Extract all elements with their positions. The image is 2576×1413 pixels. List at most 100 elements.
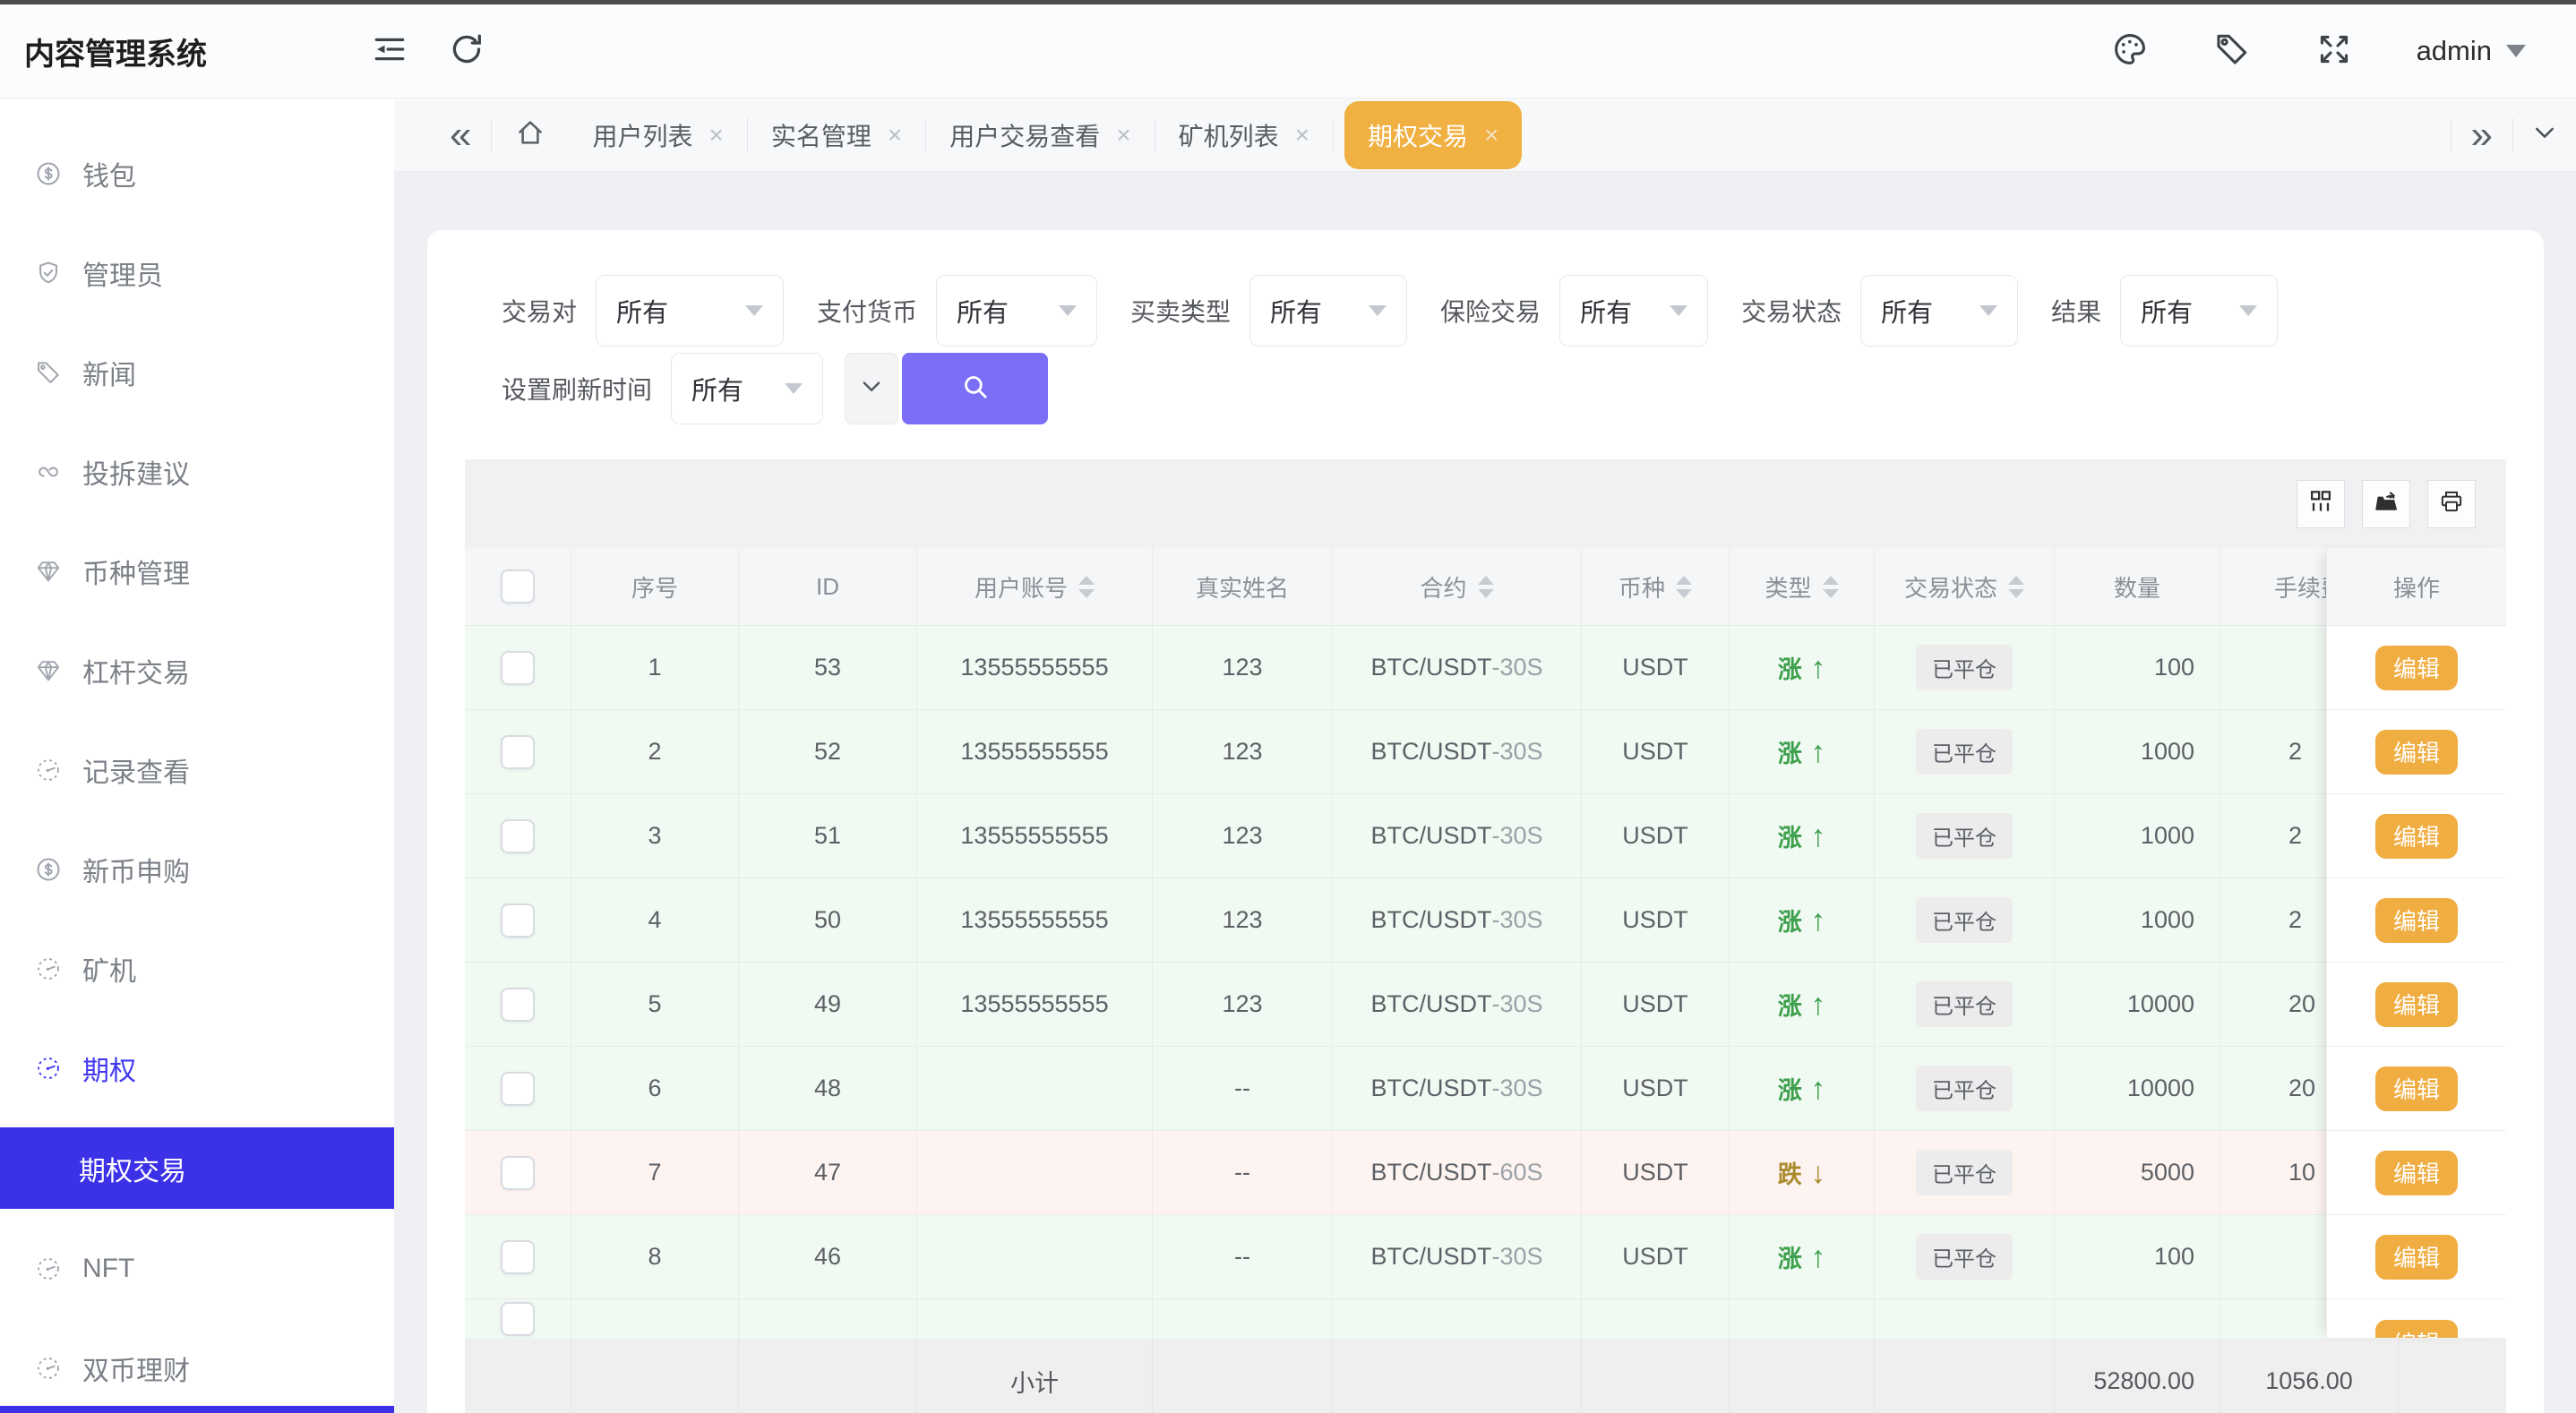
tab-item[interactable]: 实名管理 × [748,98,925,172]
edit-button[interactable]: 编辑 [2375,897,2458,943]
sidebar-item-leverage-trade[interactable]: 杠杆交易 [0,621,394,720]
summary-fee: 1056.00 [2220,1339,2399,1413]
select-value: 所有 [1580,299,1633,328]
row-checkbox[interactable] [501,818,535,853]
edit-button[interactable]: 编辑 [2375,1234,2458,1280]
export-button[interactable] [2362,479,2410,528]
column-header-7[interactable]: 类型 [1730,548,1875,625]
direction-text: 涨 [1777,1245,1802,1272]
column-header-8[interactable]: 交易状态 [1875,548,2055,625]
sidebar-item-news[interactable]: 新闻 [0,322,394,422]
tab-options-button[interactable] [2513,98,2576,172]
close-tab-icon[interactable]: × [888,121,902,150]
row-checkbox[interactable] [501,1155,535,1190]
edit-button[interactable]: 编辑 [2375,981,2458,1027]
column-header-6[interactable]: 币种 [1582,548,1730,625]
trade-status-select[interactable]: 所有 [1860,275,2019,347]
insurance-select[interactable]: 所有 [1559,275,1709,347]
row-checkbox[interactable] [501,903,535,938]
sidebar-item-wallet[interactable]: 钱包 [0,124,394,223]
trading-pair-select[interactable]: 所有 [596,275,785,347]
refresh-button[interactable] [442,26,492,76]
pay-currency-select[interactable]: 所有 [936,275,1098,347]
column-header-5[interactable]: 合约 [1333,548,1582,625]
edit-button[interactable]: 编辑 [2375,1320,2458,1338]
sort-icon[interactable] [1676,575,1692,598]
sort-icon[interactable] [1822,575,1839,598]
coin-cell: USDT [1582,794,1730,878]
sidebar-item-options-trade[interactable]: 期权交易 [0,1127,394,1209]
sort-asc-icon [2008,575,2024,585]
tabs-scroll-right-button[interactable]: » [2451,98,2512,172]
close-tab-icon[interactable]: × [1484,121,1498,150]
column-header-1: 序号 [571,548,739,625]
column-header-label: 数量 [2113,574,2160,602]
sidebar-item-options[interactable]: 期权 [0,1018,394,1118]
expand-filters-button[interactable] [845,353,899,424]
collapse-menu-button[interactable] [365,26,415,76]
sidebar-item-feedback[interactable]: 投拆建议 [0,422,394,521]
checkbox-cell [465,1299,571,1339]
row-checkbox[interactable] [501,650,535,685]
close-tab-icon[interactable]: × [1116,121,1130,150]
sidebar-item-coin-manage[interactable]: 币种管理 [0,521,394,621]
sidebar-item-label: 矿机 [82,956,136,987]
sort-icon[interactable] [2008,575,2024,598]
coin-cell: USDT [1582,1131,1730,1214]
edit-button[interactable]: 编辑 [2375,813,2458,859]
contract-cell: BTC/USDT -30S [1333,710,1582,793]
direction-up: 涨 ↑ [1778,1071,1825,1107]
row-checkbox[interactable] [501,1239,535,1274]
print-button[interactable] [2427,479,2476,528]
direction-arrow-icon: ↑ [1801,1239,1826,1274]
edit-button[interactable]: 编辑 [2375,1150,2458,1195]
table-block: 序号 ID 用户账号 真实姓名 合约 币种 类型 交易状态 数量 手续费 1 53 135555555… [465,459,2506,1413]
tag-button[interactable] [2207,26,2257,76]
select-all-checkbox[interactable] [501,569,535,604]
sidebar-item-miner[interactable]: 矿机 [0,919,394,1018]
edit-button[interactable]: 编辑 [2375,729,2458,775]
column-header-label: 类型 [1765,574,1812,602]
table-row: 7 47 -- BTC/USDT -60S USDT 跌 ↓ 已平仓 5000 10 [465,1131,2506,1215]
status-cell: 已平仓 [1875,1131,2055,1214]
sidebar-item-dual-invest[interactable]: 双币理财 [0,1318,394,1413]
search-button[interactable] [902,353,1049,424]
fullscreen-button[interactable] [2309,26,2359,76]
theme-palette-button[interactable] [2105,26,2155,76]
sidebar-item-nft[interactable]: NFT [0,1219,394,1318]
row-checkbox[interactable] [501,1302,535,1336]
close-tab-icon[interactable]: × [1295,121,1309,150]
column-header-3[interactable]: 用户账号 [917,548,1153,625]
sidebar-item-admin-manage[interactable]: 管理员 [0,223,394,322]
row-checkbox[interactable] [501,1071,535,1106]
tabs-scroll-left-button[interactable]: « [430,98,491,172]
home-tab-button[interactable] [492,98,569,172]
tab-item[interactable]: 矿机列表 × [1155,98,1333,172]
edit-button[interactable]: 编辑 [2375,645,2458,690]
close-tab-icon[interactable]: × [709,121,724,150]
cell [1153,1299,1333,1339]
trade-type-select[interactable]: 所有 [1249,275,1408,347]
refresh-time-select[interactable]: 所有 [671,353,824,424]
column-settings-button[interactable] [2297,479,2345,528]
tab-item[interactable]: 用户列表 × [569,98,746,172]
action-cell: 编辑 [2326,878,2506,963]
tab-active[interactable]: 期权交易 × [1344,100,1523,169]
status-cell: 已平仓 [1875,626,2055,709]
sort-icon[interactable] [1477,575,1494,598]
cell [1582,1299,1730,1339]
cell [739,1299,917,1339]
result-select[interactable]: 所有 [2120,275,2279,347]
row-checkbox[interactable] [501,734,535,769]
user-menu[interactable]: admin [2417,35,2526,67]
contract-suffix: -30S [1491,654,1543,681]
sort-icon[interactable] [1078,575,1095,598]
summary-cell [739,1339,917,1413]
tab-item[interactable]: 用户交易查看 × [926,98,1154,172]
table-summary-row: 小计 52800.00 1056.00 [465,1339,2506,1413]
table-row: 4 50 13555555555 123 BTC/USDT -30S USDT 涨 ↑ 已平仓 1… [465,878,2506,963]
sidebar-item-new-coin-subscribe[interactable]: 新币申购 [0,819,394,919]
row-checkbox[interactable] [501,987,535,1022]
edit-button[interactable]: 编辑 [2375,1066,2458,1111]
sidebar-item-records[interactable]: 记录查看 [0,720,394,819]
